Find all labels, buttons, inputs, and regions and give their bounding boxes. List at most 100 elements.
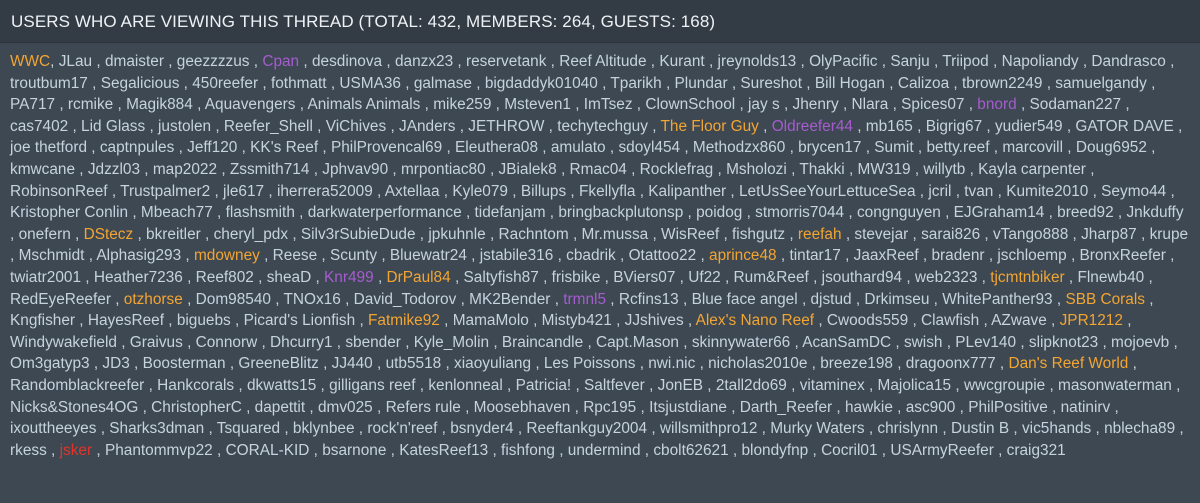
user-link[interactable]: bklynbee <box>293 420 355 437</box>
user-link[interactable]: MW319 <box>858 161 911 178</box>
user-link[interactable]: samuelgandy <box>1055 75 1147 92</box>
user-link[interactable]: jpkuhnle <box>428 226 485 243</box>
user-link[interactable]: EJGraham14 <box>954 204 1045 221</box>
user-link[interactable]: Connorw <box>196 334 258 351</box>
user-link[interactable]: Cwoods559 <box>827 312 908 329</box>
user-link[interactable]: Cpan <box>262 53 299 70</box>
user-link[interactable]: breeze198 <box>820 355 893 372</box>
user-link[interactable]: USArmyReefer <box>890 442 993 459</box>
user-link[interactable]: Knr499 <box>324 269 374 286</box>
user-link[interactable]: nicholas2010e <box>708 355 807 372</box>
user-link[interactable]: mdowney <box>194 247 260 264</box>
user-link[interactable]: reservetank <box>466 53 546 70</box>
user-link[interactable]: GreeneBlitz <box>238 355 318 372</box>
user-link[interactable]: KatesReef13 <box>399 442 488 459</box>
user-link[interactable]: Windywakefield <box>10 334 117 351</box>
user-link[interactable]: Methodzx860 <box>693 139 785 156</box>
user-link[interactable]: skinnywater66 <box>692 334 790 351</box>
user-link[interactable]: TNOx16 <box>284 291 341 308</box>
user-link[interactable]: Kyle079 <box>452 183 508 200</box>
user-link[interactable]: fishgutz <box>732 226 785 243</box>
user-link[interactable]: JBialek8 <box>499 161 557 178</box>
user-link[interactable]: craig321 <box>1007 442 1066 459</box>
user-link[interactable]: stevejar <box>854 226 908 243</box>
user-link[interactable]: Tparikh <box>610 75 661 92</box>
user-link[interactable]: slipknot23 <box>1029 334 1098 351</box>
user-link[interactable]: BronxReefer <box>1080 247 1166 264</box>
user-link[interactable]: Jhenry <box>793 96 839 113</box>
user-link[interactable]: Capt.Mason <box>596 334 679 351</box>
user-link[interactable]: Saltfever <box>584 377 645 394</box>
user-link[interactable]: PLev140 <box>955 334 1016 351</box>
user-link[interactable]: AcanSamDC <box>802 334 891 351</box>
user-link[interactable]: jay s <box>748 96 780 113</box>
user-link[interactable]: trmnl5 <box>563 291 606 308</box>
user-link[interactable]: Hankcorals <box>157 377 234 394</box>
user-link[interactable]: mb165 <box>866 118 913 135</box>
user-link[interactable]: Braincandle <box>502 334 583 351</box>
user-link[interactable]: Rmac04 <box>570 161 627 178</box>
user-link[interactable]: web2323 <box>915 269 977 286</box>
user-link[interactable]: JaaxReef <box>854 247 919 264</box>
user-link[interactable]: Rcfins13 <box>619 291 679 308</box>
user-link[interactable]: Alphasig293 <box>96 247 181 264</box>
user-link[interactable]: nblecha89 <box>1104 420 1175 437</box>
user-link[interactable]: DrPaul84 <box>387 269 451 286</box>
user-link[interactable]: Sodaman227 <box>1030 96 1122 113</box>
user-link[interactable]: Sharks3dman <box>109 420 204 437</box>
user-link[interactable]: krupe <box>1150 226 1189 243</box>
user-link[interactable]: cbadrik <box>566 247 616 264</box>
user-link[interactable]: biguebs <box>177 312 231 329</box>
user-link[interactable]: cas7402 <box>10 118 68 135</box>
user-link[interactable]: bsnyder4 <box>450 420 513 437</box>
user-link[interactable]: Uf22 <box>688 269 721 286</box>
user-link[interactable]: congnguyen <box>857 204 941 221</box>
user-link[interactable]: rcmike <box>68 96 113 113</box>
user-link[interactable]: desdinova <box>312 53 382 70</box>
user-link[interactable]: Phantommvp22 <box>105 442 213 459</box>
user-link[interactable]: dmv025 <box>318 399 373 416</box>
user-link[interactable]: LetUsSeeYourLettuceSea <box>739 183 916 200</box>
user-link[interactable]: RobinsonReef <box>10 183 108 200</box>
user-link[interactable]: GATOR DAVE <box>1075 118 1173 135</box>
user-link[interactable]: MK2Bender <box>469 291 550 308</box>
user-link[interactable]: bradenr <box>931 247 984 264</box>
user-link[interactable]: JLau <box>59 53 92 70</box>
user-link[interactable]: jsker <box>60 442 93 459</box>
user-link[interactable]: aprince48 <box>709 247 777 264</box>
user-link[interactable]: The Floor Guy <box>660 118 758 135</box>
user-link[interactable]: Reese <box>273 247 318 264</box>
user-link[interactable]: kmwcane <box>10 161 75 178</box>
user-link[interactable]: breed92 <box>1057 204 1113 221</box>
user-link[interactable]: Itsjustdiane <box>649 399 727 416</box>
user-link[interactable]: JonEB <box>658 377 703 394</box>
user-link[interactable]: swish <box>904 334 942 351</box>
user-link[interactable]: Fkellyfla <box>579 183 635 200</box>
user-link[interactable]: techytechguy <box>557 118 648 135</box>
user-link[interactable]: Sumit <box>874 139 913 156</box>
user-link[interactable]: Thakki <box>799 161 844 178</box>
user-link[interactable]: Om3gatyp3 <box>10 355 90 372</box>
user-link[interactable]: Clawfish <box>921 312 979 329</box>
user-link[interactable]: sbender <box>345 334 401 351</box>
user-link[interactable]: willytb <box>923 161 965 178</box>
user-link[interactable]: JJ440 <box>332 355 373 372</box>
user-link[interactable]: bkreitler <box>146 226 201 243</box>
user-link[interactable]: ClownSchool <box>645 96 735 113</box>
user-link[interactable]: flashsmith <box>226 204 295 221</box>
user-link[interactable]: CORAL-KID <box>226 442 310 459</box>
user-link[interactable]: tidefanjam <box>475 204 546 221</box>
user-link[interactable]: OlyPacific <box>809 53 877 70</box>
user-link[interactable]: Jdzzl03 <box>88 161 140 178</box>
user-link[interactable]: Mistyb421 <box>542 312 612 329</box>
user-link[interactable]: Mr.mussa <box>582 226 649 243</box>
user-link[interactable]: BViers07 <box>613 269 675 286</box>
user-link[interactable]: ChristopherC <box>151 399 242 416</box>
user-link[interactable]: willsmithpro12 <box>660 420 758 437</box>
user-link[interactable]: Majolica15 <box>878 377 952 394</box>
user-link[interactable]: bsarnone <box>322 442 386 459</box>
user-link[interactable]: Msholozi <box>726 161 787 178</box>
user-link[interactable]: PhilProvencal69 <box>331 139 442 156</box>
user-link[interactable]: Rocklefrag <box>640 161 714 178</box>
user-link[interactable]: dkwatts15 <box>247 377 316 394</box>
